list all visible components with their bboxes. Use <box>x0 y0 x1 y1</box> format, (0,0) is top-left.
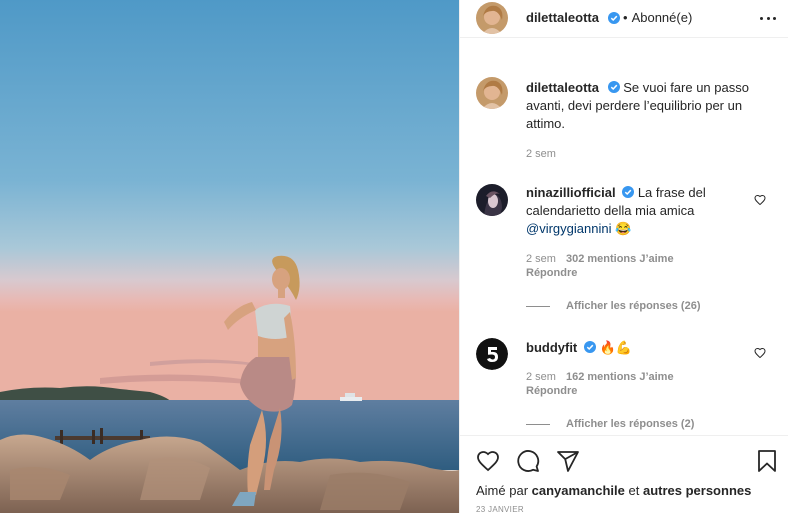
reply-button[interactable]: Répondre <box>526 385 577 397</box>
commenter-avatar[interactable] <box>476 338 508 370</box>
post-caption: dilettaleotta Se vuoi fare un passo avan… <box>526 79 776 133</box>
view-replies-label: Afficher les réponses (2) <box>566 418 695 430</box>
post-side-panel: dilettaleotta • Abonné(e) dilettaleotta S… <box>459 0 788 513</box>
liked-by-others[interactable]: autres personnes <box>643 483 751 498</box>
liked-by-summary: Aimé par canyamanchile et autres personn… <box>476 483 751 498</box>
mention-link[interactable]: @virgygiannini <box>526 221 611 236</box>
heart-icon[interactable] <box>476 449 500 473</box>
view-replies-button[interactable]: Afficher les réponses (2) <box>526 418 694 430</box>
reply-button[interactable]: Répondre <box>526 267 577 279</box>
commenter-username[interactable]: buddyfit <box>526 340 577 355</box>
follow-status[interactable]: • Abonné(e) <box>619 10 692 25</box>
comment-emoji: 😂 <box>615 221 632 236</box>
post-image <box>0 0 459 513</box>
bookmark-icon[interactable] <box>755 449 779 473</box>
comment-timestamp[interactable]: 2 sem <box>526 371 556 383</box>
liked-by-and: et <box>628 483 640 498</box>
verified-badge-icon <box>622 186 635 198</box>
view-replies-label: Afficher les réponses (26) <box>566 300 701 312</box>
comment-body: ninazilliofficial La frase del calendari… <box>526 184 751 238</box>
verified-badge-icon <box>607 81 620 93</box>
post-action-bar: Aimé par canyamanchile et autres personn… <box>460 435 788 513</box>
replies-divider-line <box>526 423 550 425</box>
caption-avatar[interactable] <box>476 77 508 109</box>
view-replies-button[interactable]: Afficher les réponses (26) <box>526 300 701 312</box>
share-icon[interactable] <box>556 449 580 473</box>
comment-timestamp[interactable]: 2 sem <box>526 253 556 265</box>
more-options-icon[interactable] <box>760 10 776 26</box>
comment-body: buddyfit 🔥💪 <box>526 339 751 357</box>
comment-icon[interactable] <box>516 449 540 473</box>
post-photo[interactable] <box>0 0 459 513</box>
commenter-username[interactable]: ninazilliofficial <box>526 185 616 200</box>
comment-meta: 2 sem 162 mentions J’aime <box>526 371 674 383</box>
liked-by-user[interactable]: canyamanchile <box>532 483 625 498</box>
comment-meta: 2 sem 302 mentions J’aime <box>526 253 674 265</box>
comment-like-heart-icon[interactable] <box>754 347 766 359</box>
commenter-avatar[interactable] <box>476 184 508 216</box>
post-header: dilettaleotta • Abonné(e) <box>460 0 788 38</box>
replies-divider-line <box>526 305 550 307</box>
caption-username[interactable]: dilettaleotta <box>526 80 599 95</box>
comment-likes-count[interactable]: 162 mentions J’aime <box>566 371 674 383</box>
comment-like-heart-icon[interactable] <box>754 194 766 206</box>
separator-dot: • <box>623 10 628 25</box>
comment-emoji: 🔥💪 <box>599 340 632 355</box>
comment-likes-count[interactable]: 302 mentions J’aime <box>566 253 674 265</box>
caption-timestamp[interactable]: 2 sem <box>526 148 556 160</box>
author-avatar[interactable] <box>476 2 508 34</box>
follow-state-label[interactable]: Abonné(e) <box>632 10 693 25</box>
post-date[interactable]: 23 JANVIER <box>476 505 524 513</box>
verified-badge-icon <box>583 341 596 353</box>
author-username[interactable]: dilettaleotta <box>526 10 599 25</box>
liked-by-prefix: Aimé par <box>476 483 529 498</box>
